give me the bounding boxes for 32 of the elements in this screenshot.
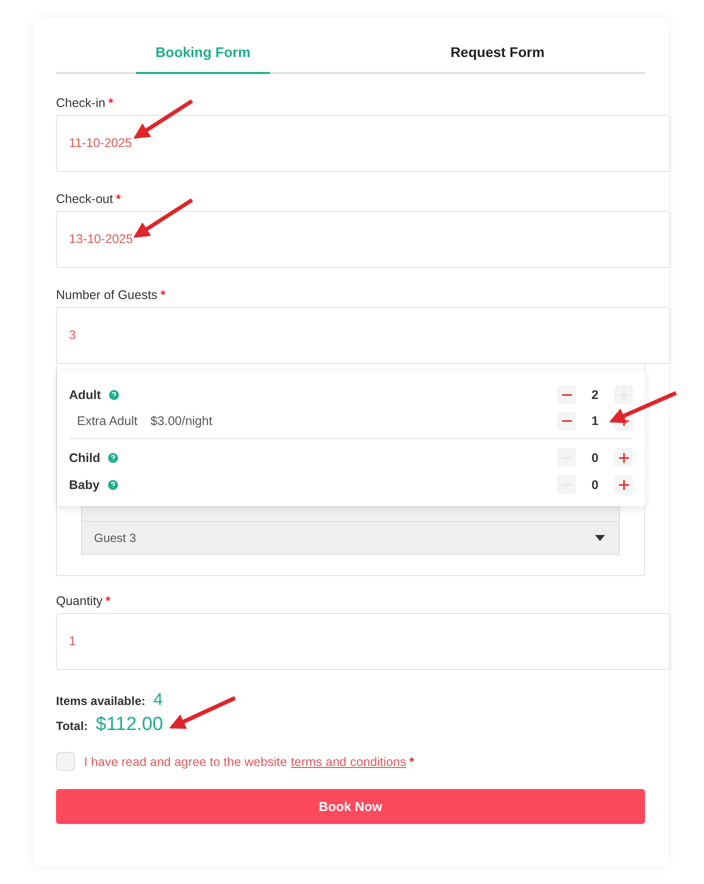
total-value: $112.00 — [96, 714, 164, 736]
form-tab[interactable]: Request Form — [350, 38, 645, 74]
guest-type-label: Baby — [69, 478, 100, 492]
input-field[interactable]: 13-10-2025 — [56, 211, 671, 268]
price-label: $3.00/night — [150, 414, 212, 428]
guest-count: 0 — [590, 450, 600, 464]
required-mark: * — [116, 192, 121, 206]
terms-link[interactable]: terms and conditions — [290, 754, 406, 768]
form-tab[interactable]: Booking Form — [136, 38, 270, 74]
input-field[interactable]: 3 — [56, 307, 671, 364]
required-mark: * — [108, 96, 114, 110]
input-field[interactable]: 11-10-2025 — [56, 115, 671, 172]
guest-count: 0 — [590, 478, 600, 492]
input-field[interactable]: 1 — [56, 613, 671, 670]
field-label: Number of Guests — [56, 288, 158, 302]
guest-count: 2 — [590, 388, 600, 402]
total-label: Total: — [56, 719, 88, 733]
guest-count: 1 — [590, 414, 600, 428]
required-mark: * — [106, 594, 110, 608]
guest-type-label: Extra Adult — [77, 414, 138, 428]
required-mark: * — [160, 288, 166, 302]
items-available-value: 4 — [153, 690, 163, 710]
field-label: Quantity — [56, 594, 103, 608]
book-now-button[interactable]: Book Now — [56, 789, 645, 824]
agreement-text: I have read and agree to the website — [84, 754, 287, 768]
items-available-label: Items available: — [56, 694, 146, 708]
guest-type-label: Adult — [69, 388, 101, 402]
guest-select[interactable]: Guest 3 — [81, 521, 620, 555]
guest-type-label: Child — [69, 450, 100, 464]
field-label: Check-out — [56, 192, 113, 206]
required-mark: * — [409, 754, 414, 768]
field-label: Check-in — [56, 96, 106, 110]
